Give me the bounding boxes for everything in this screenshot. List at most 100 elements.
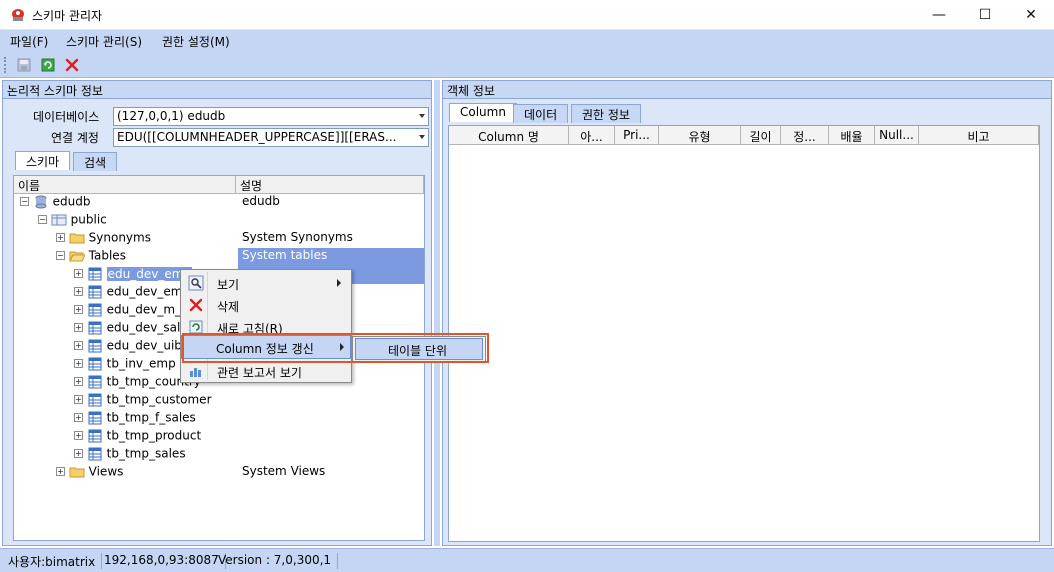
grid-header-primary[interactable]: Pri... <box>615 126 659 145</box>
refresh-button[interactable] <box>38 56 58 74</box>
grid-header-column-name[interactable]: Column 명 <box>449 126 569 145</box>
table-item[interactable]: + tb_tmp_product <box>74 428 201 446</box>
grid-header-precision[interactable]: 정... <box>781 126 829 145</box>
tree-item-label: Views <box>88 464 124 479</box>
title-bar: 스키마 관리자 — ☐ ✕ <box>0 0 1054 30</box>
tree-item-public[interactable]: − public <box>38 212 107 230</box>
expand-icon: + <box>74 413 83 422</box>
delete-button[interactable] <box>62 56 82 74</box>
grid-header-type[interactable]: 유형 <box>659 126 741 145</box>
status-address: 192,168,0,93:8087 <box>98 553 226 569</box>
table-item[interactable]: + edu_dev_emp <box>74 284 190 302</box>
highlight-outline <box>182 333 489 363</box>
schema-icon <box>51 214 67 225</box>
save-button[interactable] <box>14 56 34 74</box>
view-icon <box>188 275 204 291</box>
connection-combo[interactable]: EDU([[COLUMNHEADER_UPPERCASE]][[ERAS... <box>113 128 429 147</box>
grid-header-nullable[interactable]: Null... <box>875 126 919 145</box>
table-item[interactable]: + edu_dev_m_s <box>74 302 187 320</box>
refresh-icon <box>41 58 55 72</box>
table-icon <box>88 285 102 298</box>
delete-icon <box>189 298 203 312</box>
object-info-header: 객체 정보 <box>443 81 1051 99</box>
table-icon <box>88 357 102 370</box>
menu-bar: 파일(F) 스키마 관리(S) 권한 설정(M) <box>0 30 1054 52</box>
expand-icon: + <box>74 431 83 440</box>
tree-item-desc: System Synonyms <box>242 230 353 244</box>
tree-item-views[interactable]: + Views <box>56 464 123 482</box>
panel-splitter[interactable] <box>434 80 440 546</box>
status-version: Version : 7,0,300,1 <box>212 553 339 569</box>
grid-header-length[interactable]: 길이 <box>741 126 781 145</box>
menu-file[interactable]: 파일(F) <box>10 33 48 50</box>
tab-search[interactable]: 검색 <box>73 152 118 171</box>
tree-item-synonyms[interactable]: + Synonyms <box>56 230 151 248</box>
column-header-desc[interactable]: 설명 <box>236 176 424 194</box>
menu-item-label: 관련 보고서 보기 <box>217 366 302 380</box>
status-user: 사용자:bimatrix <box>2 553 103 569</box>
expand-icon: + <box>74 287 83 296</box>
expand-icon: + <box>74 395 83 404</box>
toolbar <box>0 52 1054 78</box>
table-item[interactable]: + edu_dev_uibc <box>74 338 189 356</box>
minimize-button[interactable]: — <box>916 0 962 30</box>
tab-data[interactable]: 데이터 <box>513 104 569 123</box>
collapse-icon: − <box>56 251 65 260</box>
chevron-down-icon <box>419 135 425 139</box>
tree-item-label: tb_tmp_product <box>106 428 202 443</box>
database-combo[interactable]: (127,0,0,1) edudb <box>113 107 429 126</box>
table-item[interactable]: + tb_tmp_f_sales <box>74 410 196 428</box>
tab-schema[interactable]: 스키마 <box>15 151 71 170</box>
menu-item-related-reports[interactable]: 관련 보고서 보기 <box>183 360 349 382</box>
grid-header-remarks[interactable]: 비고 <box>919 126 1039 145</box>
menu-item-delete[interactable]: 삭제 <box>183 294 349 316</box>
expand-icon: + <box>74 449 83 458</box>
tree-item-label: Synonyms <box>88 230 151 245</box>
expand-icon: + <box>74 341 83 350</box>
tree-item-label: tb_tmp_sales <box>106 446 186 461</box>
table-item[interactable]: + tb_tmp_sales <box>74 446 186 464</box>
table-icon <box>88 393 102 406</box>
menu-schema-manage[interactable]: 스키마 관리(S) <box>66 33 142 50</box>
collapse-icon: − <box>38 215 47 224</box>
tab-column[interactable]: Column <box>449 103 517 122</box>
table-item[interactable]: + edu_dev_emp <box>74 266 193 284</box>
report-icon <box>190 368 201 377</box>
table-item[interactable]: + tb_inv_emp <box>74 356 176 374</box>
tree-item-label: edudb <box>52 194 91 209</box>
close-window-button[interactable]: ✕ <box>1008 0 1054 30</box>
table-icon <box>88 339 102 352</box>
grid-header-scale[interactable]: 배율 <box>829 126 875 145</box>
tree-item-label: edu_dev_emp <box>106 284 191 299</box>
expand-icon: + <box>56 467 65 476</box>
expand-icon: + <box>74 269 83 278</box>
tree-item-label: tb_tmp_f_sales <box>106 410 196 425</box>
tree-item-label: tb_tmp_customer <box>106 392 212 407</box>
grid-header-col2[interactable]: 아... <box>569 126 615 145</box>
table-item[interactable]: + edu_dev_sale <box>74 320 188 338</box>
maximize-button[interactable]: ☐ <box>962 0 1008 30</box>
db-label: 데이터베이스 <box>33 110 100 124</box>
tree-item-edudb[interactable]: − edudb <box>20 194 91 212</box>
status-bar: 사용자:bimatrix 192,168,0,93:8087 Version :… <box>0 548 1054 572</box>
menu-permission[interactable]: 권한 설정(M) <box>162 33 230 50</box>
column-header-name[interactable]: 이름 <box>14 176 236 194</box>
menu-item-view[interactable]: 보기 <box>183 272 349 294</box>
tree-item-label: edu_dev_m_s <box>106 302 188 317</box>
table-icon <box>88 303 102 316</box>
chevron-down-icon <box>419 114 425 118</box>
column-grid: Column 명 아... Pri... 유형 길이 정... 배율 Null.… <box>448 125 1040 542</box>
folder-icon <box>69 233 85 243</box>
table-icon <box>88 447 102 460</box>
table-icon <box>88 411 102 424</box>
table-item[interactable]: + tb_tmp_customer <box>74 392 212 410</box>
database-icon <box>35 195 47 208</box>
tree-item-tables[interactable]: − Tables <box>56 248 126 266</box>
tab-permission[interactable]: 권한 정보 <box>571 104 641 123</box>
menu-item-label: 보기 <box>217 278 240 292</box>
expand-icon: + <box>74 359 83 368</box>
tree-item-desc: System tables <box>242 248 328 262</box>
logical-schema-header: 논리적 스키마 정보 <box>3 81 431 99</box>
tree-item-desc: System Views <box>242 464 326 478</box>
expand-icon: + <box>74 323 83 332</box>
